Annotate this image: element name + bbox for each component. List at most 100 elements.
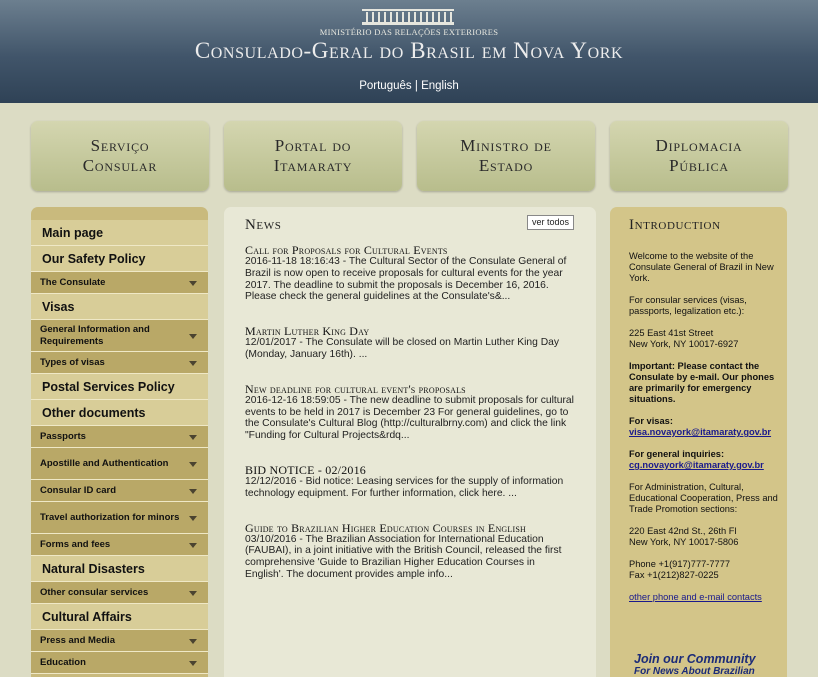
sidebar-item-general-information[interactable]: General Information and Requirements (31, 320, 208, 352)
news-item-body: 12/12/2016 - Bid notice: Leasing service… (245, 475, 564, 499)
news-item-title[interactable]: BID NOTICE - 02/2016 (245, 464, 576, 476)
site-title: Consulado-Geral do Brasil em Nova York (194, 38, 624, 63)
chevron-down-icon[interactable] (189, 434, 197, 440)
sidebar-item-apostille[interactable]: Apostille and Authentication (31, 448, 208, 480)
news-panel: News ver todos Call for Proposals for Cu… (224, 207, 596, 677)
sidebar-item-safety-policy[interactable]: Our Safety Policy (31, 246, 208, 272)
sidebar-item-other-documents[interactable]: Other documents (31, 400, 208, 426)
introduction-heading: Introduction (629, 217, 721, 233)
nav-button-label-line2: Estado (478, 156, 534, 175)
chevron-down-icon[interactable] (189, 638, 197, 644)
nav-button-diplomacia-publica[interactable]: Diplomacia Pública (610, 121, 788, 191)
nav-button-portal-itamaraty[interactable]: Portal do Itamaraty (224, 121, 402, 191)
general-inquiries-contact: For general inquiries: cg.novayork@itamar… (629, 449, 787, 471)
news-item-body: 03/10/2016 - The Brazilian Association f… (245, 533, 562, 580)
sidebar-item-label: Travel authorization for minors (40, 511, 180, 523)
consulate-address: 225 East 41st Street New York, NY 10017-6… (629, 328, 787, 350)
sidebar-item-passports[interactable]: Passports (31, 426, 208, 448)
nav-button-label-line2: Consular (82, 156, 158, 175)
news-item-body: 2016-12-16 18:59:05 - The new deadline t… (245, 394, 574, 442)
chevron-down-icon[interactable] (189, 542, 197, 548)
language-link-english[interactable]: English (421, 80, 459, 92)
sidebar-item-the-consulate[interactable]: The Consulate (31, 272, 208, 294)
sidebar-item-label: Consular ID card (40, 484, 117, 496)
sidebar-item-forms-and-fees[interactable]: Forms and fees (31, 534, 208, 556)
join-community-heading[interactable]: Join our Community (634, 652, 756, 666)
sidebar-item-main-page[interactable]: Main page (31, 220, 208, 246)
admin-address: 220 East 42nd St., 26th Fl New York, NY 1… (629, 526, 787, 548)
see-all-news-button[interactable]: ver todos (526, 215, 574, 230)
chevron-down-icon[interactable] (189, 590, 197, 596)
news-item: Guide to Brazilian Higher Education Cour… (245, 522, 576, 581)
consular-services-text: For consular services (visas, passports,… (629, 295, 747, 316)
fax-number: Fax +1(212)827-0225 (629, 570, 719, 580)
news-item: BID NOTICE - 02/2016 12/12/2016 - Bid no… (245, 464, 576, 500)
sidebar-item-natural-disasters[interactable]: Natural Disasters (31, 556, 208, 582)
phone-fax: Phone +1(917)777-7777 Fax +1(212)827-0225 (629, 559, 787, 581)
news-item-body: 12/01/2017 - The Consulate will be close… (245, 337, 560, 360)
address-line: New York, NY 10017-6927 (629, 339, 739, 349)
nav-button-servico-consular[interactable]: Serviço Consular (31, 121, 209, 191)
sidebar-item-press-and-media[interactable]: Press and Media (31, 630, 208, 652)
admin-sections-text: For Administration, Cultural, Educationa… (629, 482, 778, 514)
language-separator: | (414, 80, 418, 92)
welcome-text: Welcome to the website of the Consulate … (629, 251, 774, 283)
nav-button-ministro-de-estado[interactable]: Ministro de Estado (417, 121, 595, 191)
sidebar-item-travel-authorization[interactable]: Travel authorization for minors (31, 502, 208, 534)
chevron-down-icon[interactable] (189, 488, 197, 494)
address-line: New York, NY 10017-5806 (629, 537, 739, 547)
news-item: Call for Proposals for Cultural Events 2… (245, 244, 576, 303)
news-item-title[interactable]: Guide to Brazilian Higher Education Cour… (245, 522, 576, 534)
chevron-down-icon[interactable] (189, 515, 197, 521)
sidebar-item-cultural-affairs[interactable]: Cultural Affairs (31, 604, 208, 630)
language-link-portuguese[interactable]: Português (359, 80, 411, 92)
nav-button-label-line2: Itamaraty (273, 156, 353, 175)
sidebar-item-label: Other consular services (40, 586, 149, 598)
itamaraty-palace-logo (362, 9, 454, 25)
general-inquiries-email-link[interactable]: cg.novayork@itamaraty.gov.br (629, 460, 764, 470)
sidebar-menu: Main page Our Safety Policy The Consulat… (31, 207, 208, 677)
introduction-panel: Introduction Welcome to the website of t… (610, 207, 787, 677)
chevron-down-icon[interactable] (189, 461, 197, 467)
nav-button-label-line1: Ministro de (460, 136, 552, 155)
visas-label: For visas: (629, 416, 673, 426)
phone-number: Phone +1(917)777-7777 (629, 559, 731, 569)
address-line: 220 East 42nd St., 26th Fl (629, 526, 737, 536)
nav-button-label-line2: Pública (669, 156, 729, 175)
join-community-subtext: For News About Brazilian (634, 666, 755, 677)
sidebar-item-label: Passports (40, 430, 86, 442)
sidebar-item-consular-id-card[interactable]: Consular ID card (31, 480, 208, 502)
nav-button-label-line1: Serviço (90, 136, 150, 155)
news-item-title[interactable]: Martin Luther King Day (245, 325, 576, 337)
sidebar-item-visas[interactable]: Visas (31, 294, 208, 320)
sidebar-item-label: Education (40, 656, 86, 668)
visas-email-link[interactable]: visa.novayork@itamaraty.gov.br (629, 427, 771, 437)
ministry-name: MINISTÉRIO DAS RELAÇÕES EXTERIORES (319, 27, 499, 37)
news-item: New deadline for cultural event's propos… (245, 383, 576, 442)
chevron-down-icon[interactable] (189, 660, 197, 666)
news-item-title[interactable]: New deadline for cultural event's propos… (245, 383, 576, 395)
sidebar-item-postal-services-policy[interactable]: Postal Services Policy (31, 374, 208, 400)
news-item: Martin Luther King Day 12/01/2017 - The … (245, 325, 576, 361)
chevron-down-icon[interactable] (189, 333, 197, 339)
news-item-body: 2016-11-18 18:16:43 - The Cultural Secto… (245, 256, 567, 303)
sidebar-item-label: Forms and fees (40, 538, 111, 550)
sidebar-item-label: Press and Media (40, 634, 115, 646)
sidebar-item-education[interactable]: Education (31, 652, 208, 674)
sidebar-item-label: General Information and Requirements (40, 323, 150, 347)
site-header: MINISTÉRIO DAS RELAÇÕES EXTERIORES Consu… (0, 0, 818, 103)
other-contacts-link[interactable]: other phone and e-mail contacts (629, 592, 787, 603)
nav-button-label-line1: Portal do (274, 136, 352, 155)
visas-contact: For visas: visa.novayork@itamaraty.gov.br (629, 416, 787, 438)
sidebar-item-other-consular-services[interactable]: Other consular services (31, 582, 208, 604)
sidebar-item-label: The Consulate (40, 276, 106, 288)
news-item-title[interactable]: Call for Proposals for Cultural Events (245, 244, 576, 256)
address-line: 225 East 41st Street (629, 328, 714, 338)
chevron-down-icon[interactable] (189, 360, 197, 366)
chevron-down-icon[interactable] (189, 280, 197, 286)
sidebar-item-types-of-visas[interactable]: Types of visas (31, 352, 208, 374)
language-switcher: Português | English (0, 80, 818, 92)
sidebar-item-label: Apostille and Authentication (40, 457, 169, 469)
important-notice: Important: Please contact the Consulate … (629, 361, 775, 404)
sidebar-item-label: Types of visas (40, 356, 105, 368)
